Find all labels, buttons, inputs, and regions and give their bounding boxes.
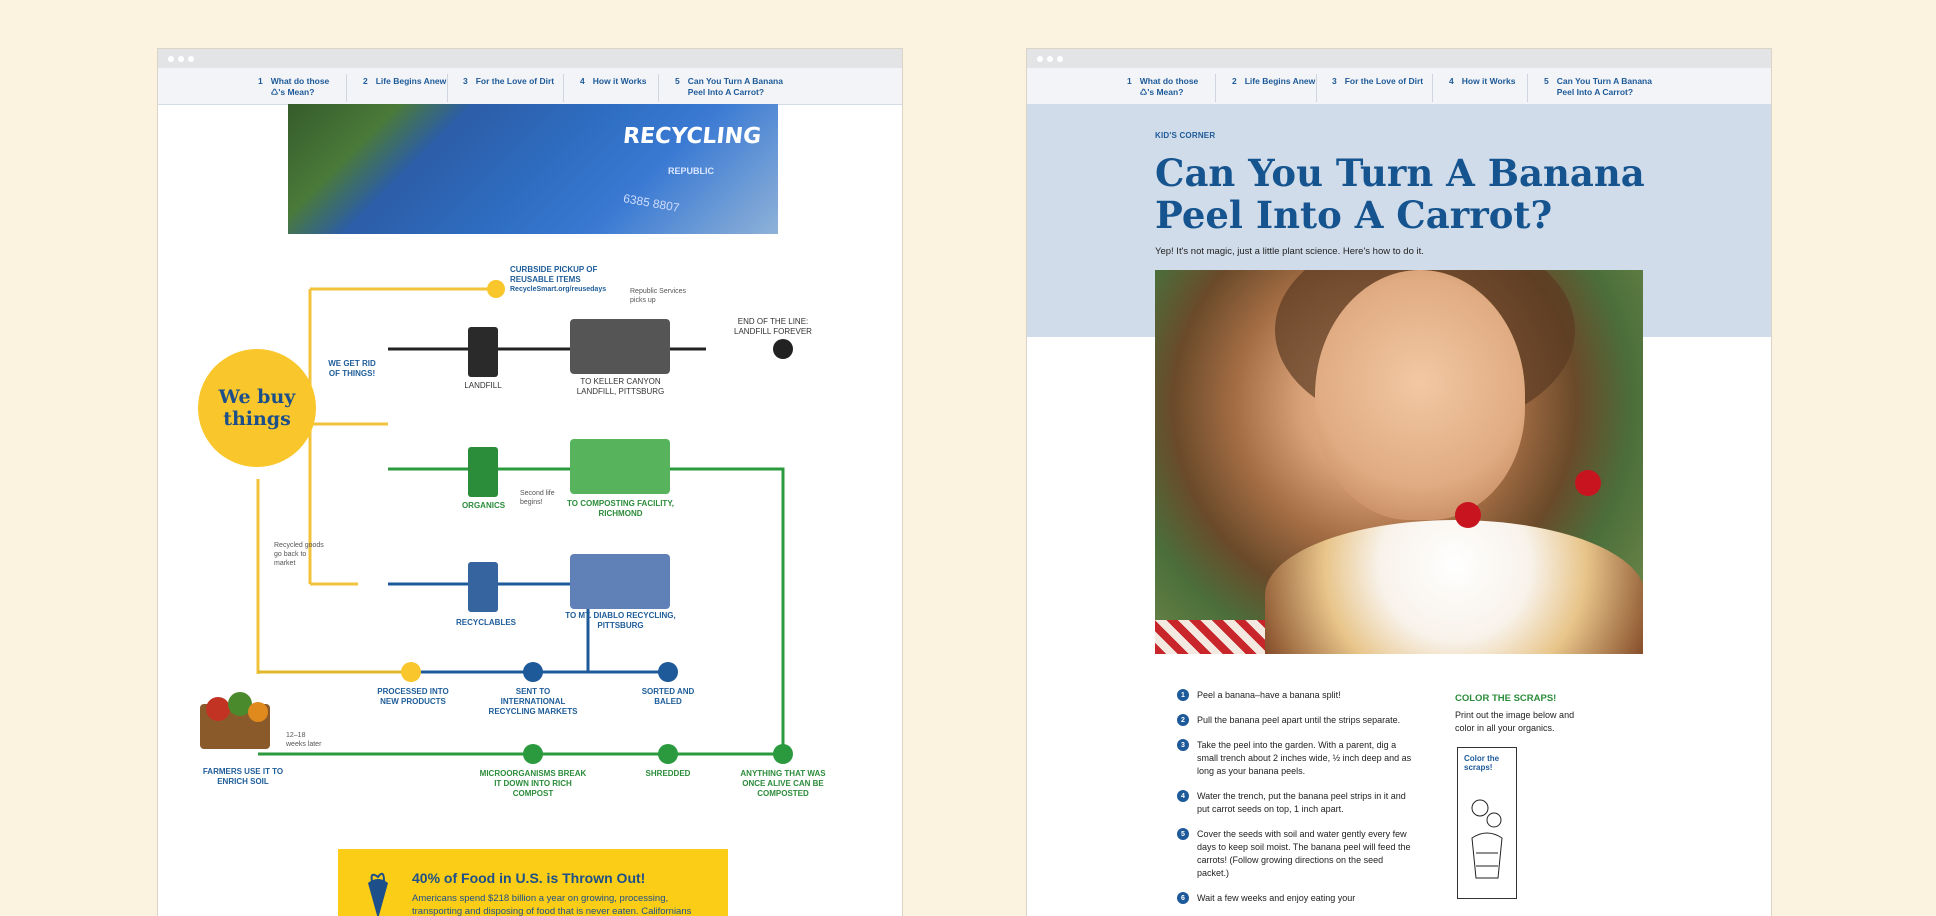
- nav-item-1[interactable]: 1 What do those ♺'s Mean?: [1127, 76, 1198, 98]
- color-scraps-text: Print out the image below and color in a…: [1455, 710, 1575, 733]
- curbside-link[interactable]: RecycleSmart.org/reusedays: [510, 285, 650, 295]
- step-number: 2: [1177, 714, 1189, 726]
- keller-label: TO KELLER CANYON LANDFILL, PITTSBURG: [576, 377, 665, 396]
- window-chrome: [1027, 49, 1771, 68]
- curbside-label: CURBSIDE PICKUP OF REUSABLE ITEMS: [510, 265, 598, 284]
- step-item: 2 Pull the banana peel apart until the st…: [1177, 714, 1417, 727]
- nav-label: What do those ♺'s Mean?: [1139, 76, 1199, 97]
- scraps-drawing-icon: [1471, 799, 1503, 879]
- article-subtitle: Yep! It's not magic, just a little plant…: [1155, 246, 1424, 257]
- we-buy-things-circle: We buy things: [198, 349, 316, 467]
- nav-item-4[interactable]: 4 How it Works: [1449, 76, 1515, 87]
- step-text: Wait a few weeks and enjoy eating your: [1197, 893, 1356, 903]
- carrot-icon: [368, 872, 388, 916]
- color-scraps-title: COLOR THE SCRAPS!: [1455, 693, 1557, 704]
- step-number: 1: [1177, 689, 1189, 701]
- landfill-label: LANDFILL: [464, 381, 502, 390]
- step-item: 6 Wait a few weeks and enjoy eating your: [1177, 892, 1417, 905]
- step-number: 6: [1177, 892, 1189, 904]
- end-of-line-label: END OF THE LINE: LANDFILL FOREVER: [734, 317, 812, 336]
- step-number: 3: [1177, 739, 1189, 751]
- nav-num: 2: [1232, 76, 1237, 86]
- window-dot[interactable]: [1057, 55, 1063, 62]
- article-title: Can You Turn A Banana Peel Into A Carrot…: [1155, 151, 1645, 237]
- nav-item-3[interactable]: 3 For the Love of Dirt: [1332, 76, 1423, 87]
- shredded-label: SHREDDED: [645, 769, 691, 778]
- kicker: KID'S CORNER: [1155, 131, 1216, 140]
- waste-flow-diagram: We buy things WE GET RID OF THINGS! CURB…: [158, 49, 902, 916]
- cherry-icon: [1575, 470, 1601, 496]
- anything-label: ANYTHING THAT WAS ONCE ALIVE CAN BE COMP…: [740, 769, 826, 798]
- food-waste-callout: 40% of Food in U.S. is Thrown Out! Ameri…: [338, 849, 728, 916]
- mt-diablo-label: TO MT. DIABLO RECYCLING, PITTSBURG: [565, 611, 676, 630]
- right-browser-window: 1 What do those ♺'s Mean? 2 Life Begins An…: [1027, 49, 1771, 916]
- micro-label: MICROORGANISMS BREAK IT DOWN INTO RICH C…: [479, 769, 587, 798]
- photo-sundae: [1265, 520, 1643, 654]
- organics-label: ORGANICS: [461, 501, 506, 510]
- photo-face: [1315, 270, 1525, 520]
- step-text: Water the trench, put the banana peel st…: [1197, 791, 1406, 814]
- step-text: Peel a banana–have a banana split!: [1197, 690, 1341, 700]
- sorted-label: SORTED AND BALED: [641, 687, 695, 706]
- window-dot[interactable]: [1047, 55, 1053, 62]
- nav-label: Life Begins Anew: [1244, 76, 1316, 86]
- recycled-goods-note: Recycled goods go back to market: [274, 542, 324, 567]
- we-get-rid-label: WE GET RID OF THINGS!: [328, 359, 376, 378]
- nav-divider: [1527, 74, 1528, 102]
- republic-picks-note: Republic Services picks up: [630, 288, 687, 304]
- step-text: Cover the seeds with soil and water gent…: [1197, 829, 1411, 878]
- nav-item-5[interactable]: 5 Can You Turn A Banana Peel Into A Carro…: [1544, 76, 1652, 98]
- nav-item-2[interactable]: 2 Life Begins Anew: [1232, 76, 1315, 87]
- we-buy-text: We buy things: [218, 386, 296, 430]
- girl-eating-sundae-photo: [1155, 270, 1643, 654]
- nav-divider: [1316, 74, 1317, 102]
- international-label: SENT TO INTERNATIONAL RECYCLING MARKETS: [488, 687, 578, 716]
- step-item: 5 Cover the seeds with soil and water gen…: [1177, 828, 1417, 880]
- food-box-text: Americans spend $218 billion a year on g…: [412, 893, 692, 916]
- step-number: 5: [1177, 828, 1189, 840]
- window-dot[interactable]: [1037, 55, 1043, 62]
- nav-num: 3: [1332, 76, 1337, 86]
- color-scraps-printable[interactable]: Color the scraps!: [1457, 747, 1517, 899]
- nav-num: 1: [1127, 76, 1132, 86]
- left-browser-window: 1 What do those ♺'s Mean? 2 Life Begins An…: [158, 49, 902, 916]
- farmers-label: FARMERS USE IT TO ENRICH SOIL: [202, 767, 284, 786]
- weeks-note: 12–18 weeks later: [286, 732, 322, 748]
- step-item: 4 Water the trench, put the banana peel s…: [1177, 790, 1417, 816]
- step-text: Take the peel into the garden. With a pa…: [1197, 740, 1412, 776]
- recyclables-label: RECYCLABLES: [456, 618, 517, 627]
- step-item: 1 Peel a banana–have a banana split!: [1177, 689, 1417, 702]
- steps-list: 1 Peel a banana–have a banana split! 2 Pul…: [1177, 689, 1417, 916]
- nav-divider: [1432, 74, 1433, 102]
- nav-num: 5: [1544, 76, 1549, 86]
- food-box-title: 40% of Food in U.S. is Thrown Out!: [412, 870, 646, 886]
- step-text: Pull the banana peel apart until the str…: [1197, 715, 1401, 725]
- nav-label: For the Love of Dirt: [1344, 76, 1424, 86]
- processed-label: PROCESSED INTO NEW PRODUCTS: [377, 687, 449, 706]
- step-item: 3 Take the peel into the garden. With a p…: [1177, 739, 1417, 778]
- second-life-note: Second life begins!: [520, 490, 555, 506]
- nav-divider: [1215, 74, 1216, 102]
- nav-label: Can You Turn A Banana Peel Into A Carrot…: [1556, 76, 1652, 97]
- section-nav: 1 What do those ♺'s Mean? 2 Life Begins An…: [1027, 68, 1771, 105]
- nav-num: 4: [1449, 76, 1454, 86]
- step-number: 4: [1177, 790, 1189, 802]
- nav-label: How it Works: [1461, 76, 1516, 86]
- cherry-icon: [1455, 502, 1481, 528]
- composting-label: TO COMPOSTING FACILITY, RICHMOND: [567, 499, 674, 518]
